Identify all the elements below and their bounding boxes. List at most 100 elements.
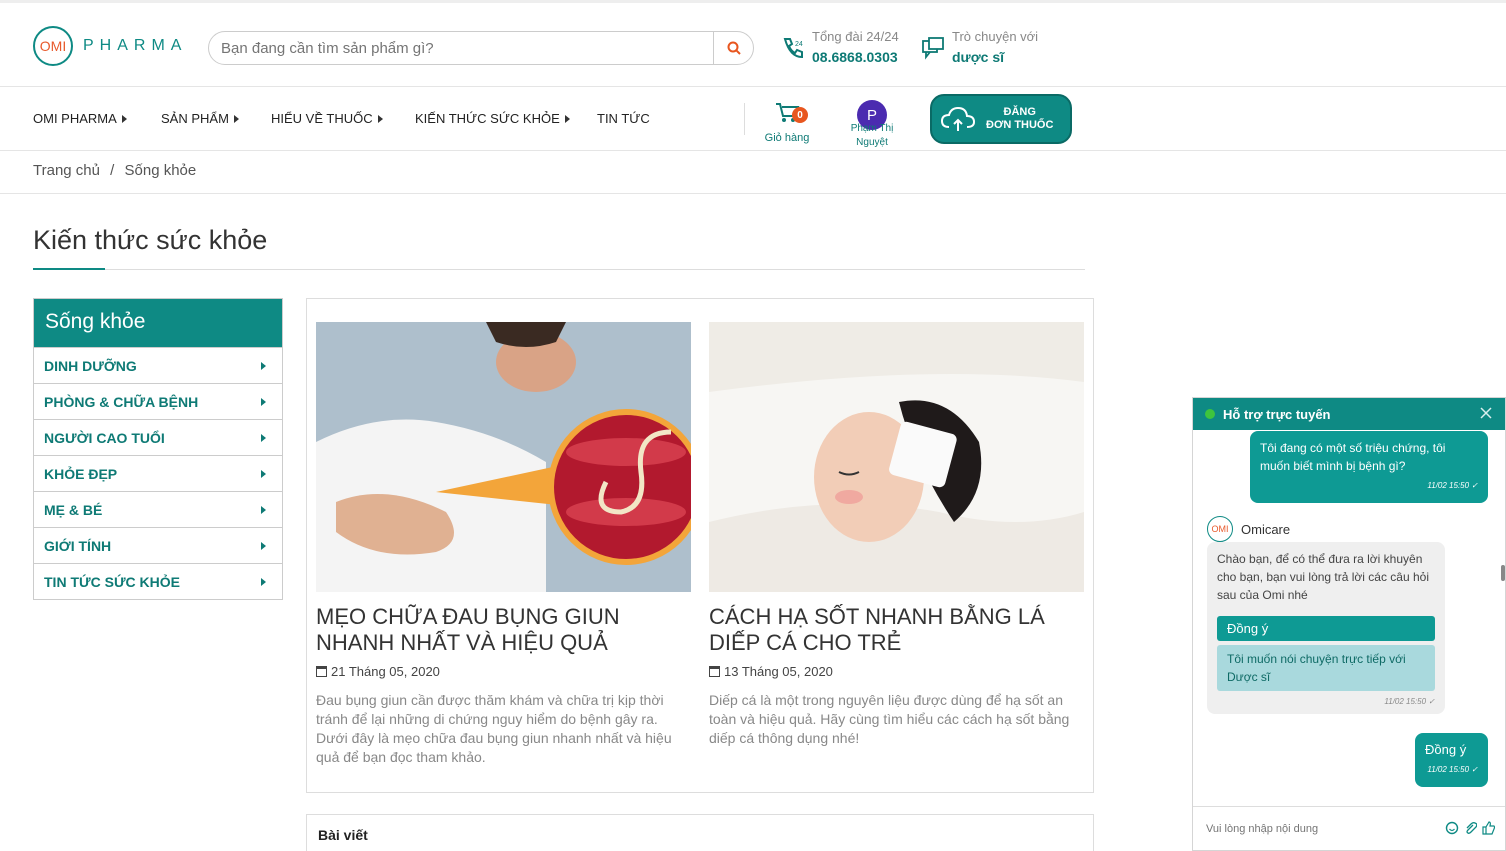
caret-right-icon bbox=[261, 577, 266, 586]
main-nav: OMI PHARMA SẢN PHẨM HIỂU VỀ THUỐC KIẾN T… bbox=[0, 87, 1506, 151]
divider bbox=[0, 193, 1506, 194]
caret-right-icon bbox=[261, 361, 266, 370]
article-description: Diếp cá là một trong nguyên liệu được dù… bbox=[709, 692, 1070, 746]
caret-right-icon bbox=[261, 397, 266, 406]
category-sidebar: Sống khỏe DINH DƯỠNG PHÒNG & CHỮA BỆNH N… bbox=[33, 298, 283, 600]
sidebar-item-label: DINH DƯỠNG bbox=[44, 357, 137, 374]
caret-right-icon bbox=[261, 433, 266, 442]
cart-count-badge: 0 bbox=[792, 107, 808, 123]
bot-message: Chào bạn, để có thể đưa ra lời khuyên ch… bbox=[1207, 542, 1445, 714]
article-title[interactable]: MẸO CHỮA ĐAU BỤNG GIUN NHANH NHẤT VÀ HIỆ… bbox=[316, 604, 691, 656]
chat-input-bar bbox=[1193, 806, 1505, 850]
chat-header: Hỗ trợ trực tuyến bbox=[1193, 398, 1505, 430]
logo[interactable]: OMI PHARMA bbox=[33, 26, 187, 66]
nav-label: OMI PHARMA bbox=[33, 111, 117, 126]
sidebar-item-dinh-duong[interactable]: DINH DƯỠNG bbox=[34, 347, 282, 383]
user-account[interactable]: P Phạm Thị Nguyệt bbox=[846, 100, 898, 150]
calendar-icon bbox=[709, 666, 720, 677]
bot-avatar: OMI bbox=[1207, 516, 1233, 542]
user-name-line2: Nguyệt bbox=[856, 137, 888, 148]
chat-title: Hỗ trợ trực tuyến bbox=[1223, 406, 1331, 422]
article-date: 13 Tháng 05, 2020 bbox=[709, 664, 1084, 679]
sidebar-item-nguoi-cao-tuoi[interactable]: NGƯỜI CAO TUỔI bbox=[34, 419, 282, 455]
article-description: Đau bụng giun cần được thăm khám và chữa… bbox=[316, 692, 672, 765]
like-icon[interactable] bbox=[1481, 821, 1496, 835]
user-name-line1: Phạm Thị bbox=[850, 123, 894, 134]
nav-hieu-ve-thuoc[interactable]: HIỂU VỀ THUỐC bbox=[271, 111, 383, 126]
search-button[interactable] bbox=[713, 32, 753, 64]
message-text: Chào bạn, để có thể đưa ra lời khuyên ch… bbox=[1217, 552, 1429, 602]
article-date: 21 Tháng 05, 2020 bbox=[316, 664, 691, 679]
breadcrumb: Trang chủ / Sống khỏe bbox=[33, 162, 196, 179]
search-input[interactable] bbox=[221, 39, 713, 57]
option-agree-button[interactable]: Đồng ý bbox=[1217, 616, 1435, 641]
caret-right-icon bbox=[261, 505, 266, 514]
upload-prescription-button[interactable]: ĐĂNG ĐƠN THUỐC bbox=[930, 94, 1072, 144]
sidebar-item-me-be[interactable]: MẸ & BÉ bbox=[34, 491, 282, 527]
breadcrumb-home[interactable]: Trang chủ bbox=[33, 162, 100, 179]
chat-widget: Hỗ trợ trực tuyến Tôi đang có một số tri… bbox=[1192, 397, 1506, 851]
hotline[interactable]: 24 Tổng đài 24/24 08.6868.0303 bbox=[780, 29, 899, 65]
article-grid: MẸO CHỮA ĐAU BỤNG GIUN NHANH NHẤT VÀ HIỆ… bbox=[306, 298, 1094, 793]
nav-kien-thuc[interactable]: KIẾN THỨC SỨC KHỎE bbox=[415, 111, 570, 126]
sidebar-item-phong-chua-benh[interactable]: PHÒNG & CHỮA BỆNH bbox=[34, 383, 282, 419]
search-bar bbox=[208, 31, 754, 65]
emoji-icon[interactable] bbox=[1445, 821, 1459, 835]
message-time: 11/02 15:50 ✓ bbox=[1427, 765, 1478, 774]
hotline-number[interactable]: 08.6868.0303 bbox=[812, 49, 899, 65]
caret-right-icon bbox=[564, 114, 570, 123]
sidebar-item-gioi-tinh[interactable]: GIỚI TÍNH bbox=[34, 527, 282, 563]
option-talk-pharmacist-button[interactable]: Tôi muốn nói chuyện trực tiếp với Dược s… bbox=[1217, 645, 1435, 691]
nav-label: HIỂU VỀ THUỐC bbox=[271, 111, 373, 126]
bot-identity: OMI Omicare bbox=[1207, 516, 1290, 542]
sleeping-child-illustration bbox=[709, 322, 1084, 592]
breadcrumb-sep: / bbox=[110, 162, 115, 179]
sidebar-item-label: NGƯỜI CAO TUỔI bbox=[44, 429, 165, 446]
caret-right-icon bbox=[377, 114, 383, 123]
phone-icon: 24 bbox=[783, 38, 803, 59]
sidebar-item-tin-tuc-suc-khoe[interactable]: TIN TỨC SỨC KHỎE bbox=[34, 563, 282, 599]
nav-label: SẢN PHẨM bbox=[161, 111, 229, 126]
sidebar-heading: Sống khỏe bbox=[34, 299, 282, 347]
hotline-label: Tổng đài 24/24 bbox=[812, 29, 899, 44]
nav-tin-tuc[interactable]: TIN TỨC bbox=[597, 111, 650, 126]
calendar-icon bbox=[316, 666, 327, 677]
article-date-text: 13 Tháng 05, 2020 bbox=[724, 664, 833, 679]
sidebar-item-khoe-dep[interactable]: KHỎE ĐẸP bbox=[34, 455, 282, 491]
rx-line2: ĐƠN THUỐC bbox=[986, 119, 1054, 131]
caret-right-icon bbox=[233, 114, 239, 123]
article-card: MẸO CHỮA ĐAU BỤNG GIUN NHANH NHẤT VÀ HIỆ… bbox=[316, 322, 691, 767]
scrollbar[interactable] bbox=[1501, 565, 1505, 581]
article-card: CÁCH HẠ SỐT NHANH BẰNG LÁ DIẾP CÁ CHO TR… bbox=[709, 322, 1084, 748]
sidebar-item-label: GIỚI TÍNH bbox=[44, 537, 112, 554]
attachment-icon[interactable] bbox=[1463, 821, 1478, 835]
chat-icon bbox=[922, 37, 944, 60]
chat-label: Trò chuyện với bbox=[952, 29, 1039, 44]
message-text: Đồng ý bbox=[1425, 742, 1467, 757]
nav-omi-pharma[interactable]: OMI PHARMA bbox=[33, 111, 127, 126]
article-date-text: 21 Tháng 05, 2020 bbox=[331, 664, 440, 679]
close-icon[interactable] bbox=[1479, 406, 1493, 420]
chat-input[interactable] bbox=[1206, 822, 1436, 835]
caret-right-icon bbox=[261, 541, 266, 550]
stomach-pain-illustration bbox=[316, 322, 691, 592]
sidebar-item-label: TIN TỨC SỨC KHỎE bbox=[44, 573, 181, 590]
cart-label: Giỏ hàng bbox=[764, 132, 810, 144]
posts-section: Bài viết bbox=[306, 814, 1094, 851]
article-image[interactable] bbox=[316, 322, 691, 592]
nav-divider bbox=[744, 103, 745, 135]
article-image[interactable] bbox=[709, 322, 1084, 592]
user-message: Tôi đang có một số triệu chứng, tôi muốn… bbox=[1250, 431, 1488, 503]
online-status-icon bbox=[1205, 409, 1215, 419]
posts-label: Bài viết bbox=[318, 827, 368, 843]
nav-san-pham[interactable]: SẢN PHẨM bbox=[161, 111, 239, 126]
user-message: Đồng ý 11/02 15:50 ✓ bbox=[1415, 733, 1488, 787]
message-time: 11/02 15:50 ✓ bbox=[1384, 697, 1435, 706]
message-text: Tôi đang có một số triệu chứng, tôi muốn… bbox=[1260, 441, 1446, 473]
bot-name: Omicare bbox=[1241, 521, 1291, 537]
article-title[interactable]: CÁCH HẠ SỐT NHANH BẰNG LÁ DIẾP CÁ CHO TR… bbox=[709, 604, 1084, 656]
cart[interactable]: 0 Giỏ hàng bbox=[762, 101, 812, 144]
title-underline bbox=[33, 269, 1085, 270]
chat-pharmacist[interactable]: Trò chuyện với dược sĩ bbox=[920, 29, 1038, 65]
site-header: OMI PHARMA 24 Tổng đài 24/24 08.6868.030… bbox=[0, 0, 1506, 87]
